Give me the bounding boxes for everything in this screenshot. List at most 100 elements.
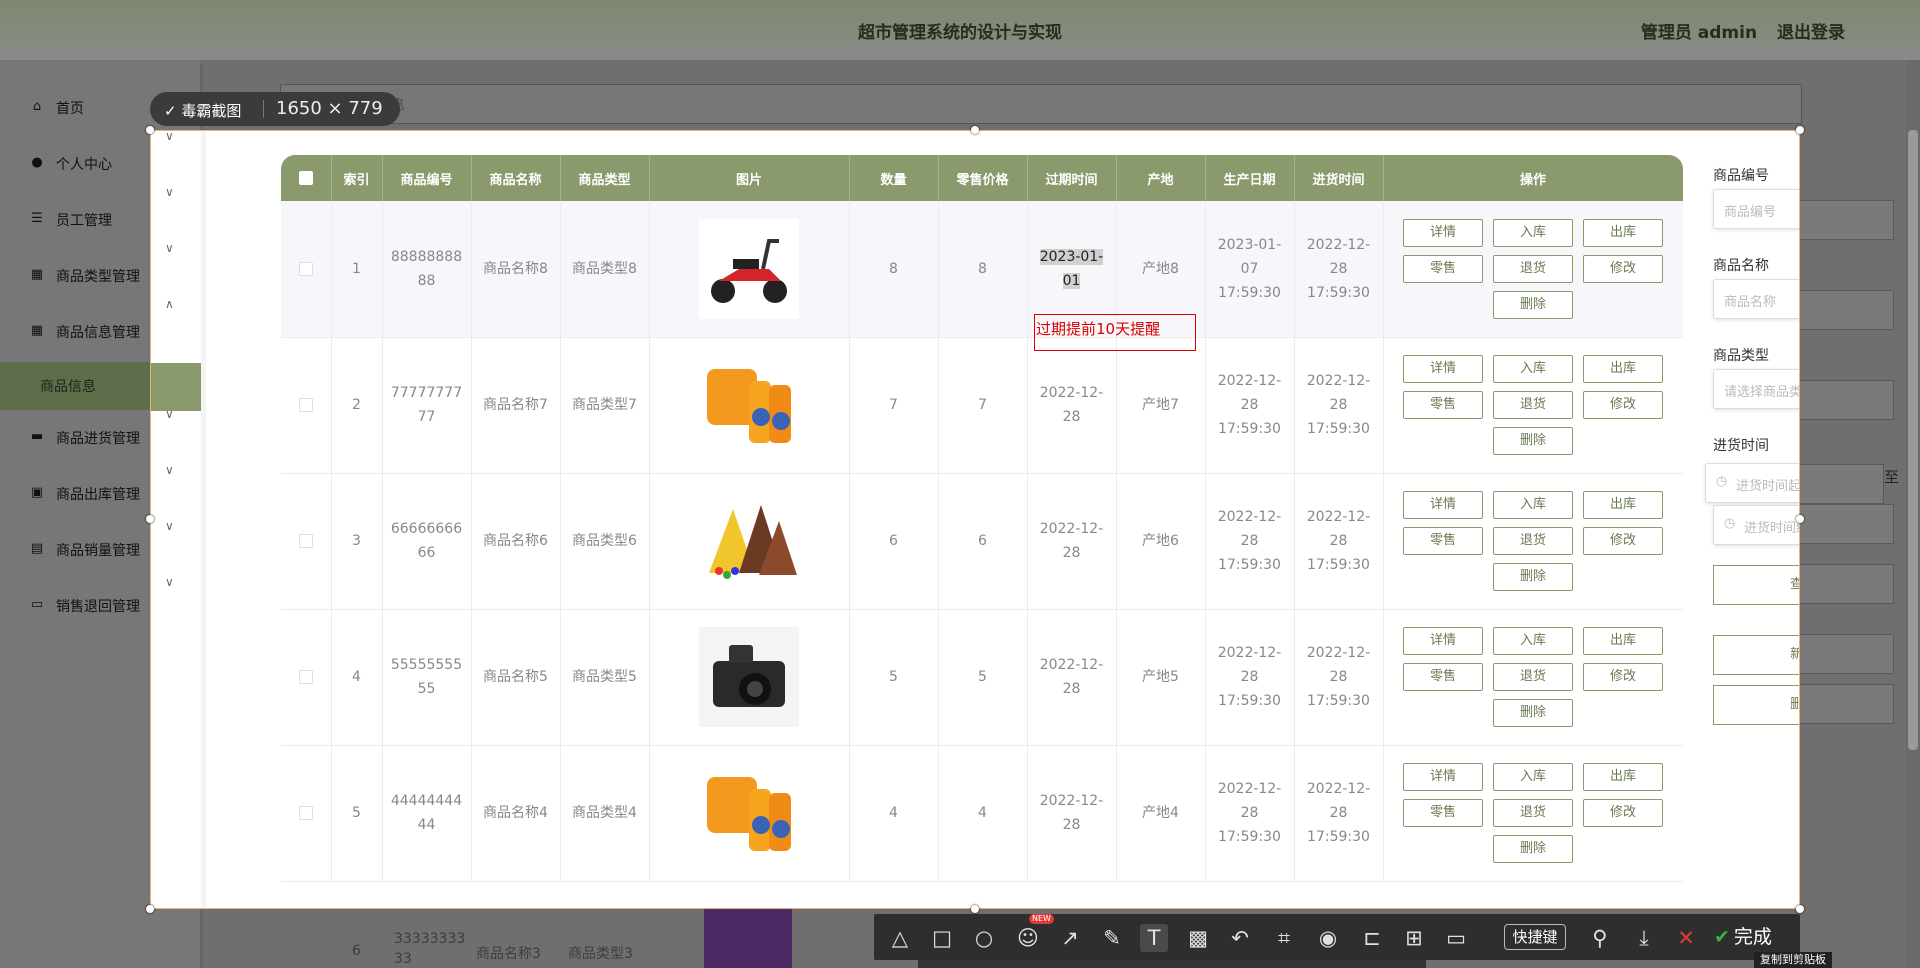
action-button[interactable]: 修改 <box>1583 799 1663 827</box>
marker-tool-icon[interactable]: ✎ <box>1098 924 1126 952</box>
table-row[interactable]: 1 88888888 88 商品名称8 商品类型8 8 8 2023-01-01 产地8 202… <box>281 201 1683 338</box>
scrollbar-thumb[interactable] <box>1908 130 1918 750</box>
action-button[interactable]: 出库 <box>1583 355 1663 383</box>
action-button[interactable]: 零售 <box>1403 527 1483 555</box>
action-button[interactable]: 删除 <box>1493 699 1573 727</box>
code-label: 商品编号 <box>1713 168 1769 184</box>
query-button[interactable]: 查询 <box>1713 565 1799 605</box>
pin-icon[interactable]: ⚲ <box>1586 924 1614 952</box>
table-row[interactable]: 5 44444444 44 商品名称4 商品类型4 4 4 2022-12-28 产地4 202… <box>281 745 1683 882</box>
row-checkbox[interactable] <box>298 534 313 548</box>
column-header: 商品名称 <box>471 155 561 201</box>
action-button[interactable]: 修改 <box>1583 254 1663 283</box>
row-checkbox[interactable] <box>298 398 313 412</box>
record-tool-icon[interactable]: ◉ <box>1314 924 1342 952</box>
code-input[interactable]: 商品编号 <box>1713 189 1799 229</box>
chevron-icon[interactable]: ∨ <box>165 519 174 533</box>
done-button[interactable]: ✔ 完成 <box>1714 922 1772 949</box>
action-button[interactable]: 删除 <box>1493 563 1573 591</box>
action-button[interactable]: 零售 <box>1403 391 1483 419</box>
close-icon[interactable]: ✕ <box>1672 924 1700 952</box>
logout-link[interactable]: 退出登录 <box>1777 23 1845 43</box>
download-icon[interactable]: ⤓ <box>1630 924 1658 952</box>
rectangle-tool-icon[interactable]: □ <box>928 924 956 952</box>
emoji-tool-icon[interactable]: ☺ <box>1014 924 1042 952</box>
row-actions: 详情 入库 出库零售 退货 修改 删除 <box>1384 218 1683 319</box>
name-input[interactable]: 商品名称 <box>1713 279 1799 319</box>
action-button[interactable]: 退货 <box>1493 391 1573 419</box>
chevron-icon[interactable]: ∨ <box>165 463 174 477</box>
mosaic-tool-icon[interactable]: ▩ <box>1184 924 1212 952</box>
resize-handle[interactable] <box>146 126 154 134</box>
action-button[interactable]: 删除 <box>1493 427 1573 455</box>
chevron-icon[interactable]: ∨ <box>165 241 174 255</box>
color-palette[interactable] <box>918 960 1426 968</box>
resize-handle[interactable] <box>971 905 979 913</box>
action-button[interactable]: 退货 <box>1493 663 1573 691</box>
row-checkbox[interactable] <box>298 261 313 276</box>
row-checkbox[interactable] <box>298 670 313 684</box>
select-all-checkbox[interactable] <box>298 171 313 185</box>
text-tool-icon[interactable]: T <box>1140 924 1168 952</box>
chevron-icon[interactable]: ∨ <box>165 185 174 199</box>
action-button[interactable]: 入库 <box>1493 218 1573 247</box>
resize-handle[interactable] <box>1796 515 1804 523</box>
resize-handle[interactable] <box>971 126 979 134</box>
image-cell <box>649 745 850 882</box>
peek-index: 6 <box>352 943 361 959</box>
action-button[interactable]: 修改 <box>1583 663 1663 691</box>
action-button[interactable]: 退货 <box>1493 799 1573 827</box>
action-button[interactable]: 入库 <box>1493 355 1573 383</box>
type-select[interactable]: 请选择商品类型⌄ <box>1713 369 1799 409</box>
chevron-icon[interactable]: ∨ <box>165 131 174 143</box>
action-button[interactable]: 出库 <box>1583 491 1663 519</box>
action-button[interactable]: 退货 <box>1493 254 1573 283</box>
action-button[interactable]: 出库 <box>1583 218 1663 247</box>
undo-icon[interactable]: ↶ <box>1226 924 1254 952</box>
action-button[interactable]: 详情 <box>1403 491 1483 519</box>
resize-handle[interactable] <box>146 515 154 523</box>
expire-cell: 2022-12-28 <box>1027 609 1117 746</box>
row-checkbox[interactable] <box>298 806 313 820</box>
action-button[interactable]: 入库 <box>1493 763 1573 791</box>
arrow-tool-icon[interactable]: ↗ <box>1056 924 1084 952</box>
action-button[interactable]: 出库 <box>1583 763 1663 791</box>
action-button[interactable]: 删除 <box>1493 835 1573 863</box>
page-scrollbar[interactable] <box>1906 60 1920 968</box>
shortcut-button[interactable]: 快捷键 <box>1504 924 1566 950</box>
action-button[interactable]: 入库 <box>1493 491 1573 519</box>
table-row[interactable]: 2 77777777 77 商品名称7 商品类型7 7 7 2022-12-28 产地7 202… <box>281 337 1683 474</box>
chart-icon: ▣ <box>30 485 44 500</box>
action-button[interactable]: 零售 <box>1403 254 1483 283</box>
action-button[interactable]: 退货 <box>1493 527 1573 555</box>
action-button[interactable]: 入库 <box>1493 627 1573 655</box>
resize-handle[interactable] <box>1796 905 1804 913</box>
action-button[interactable]: 详情 <box>1403 763 1483 791</box>
ellipse-tool-icon[interactable]: ○ <box>970 924 998 952</box>
table-row[interactable]: 3 66666666 66 商品名称6 商品类型6 6 6 2022-12-28 产地6 202… <box>281 473 1683 610</box>
add-image-icon[interactable]: ⊞ <box>1400 924 1428 952</box>
action-button[interactable]: 详情 <box>1403 627 1483 655</box>
comment-icon[interactable]: ▭ <box>1442 924 1470 952</box>
delete-button[interactable]: 删除 <box>1713 685 1799 725</box>
action-button[interactable]: 删除 <box>1493 290 1573 319</box>
action-button[interactable]: 零售 <box>1403 663 1483 691</box>
action-button[interactable]: 修改 <box>1583 527 1663 555</box>
time-start-input[interactable]: ◷ 进货时间起始 <box>1705 463 1799 503</box>
action-button[interactable]: 修改 <box>1583 391 1663 419</box>
chevron-icon[interactable]: ∧ <box>165 297 174 311</box>
resize-handle[interactable] <box>1796 126 1804 134</box>
long-screenshot-icon[interactable]: ⊏ <box>1358 924 1386 952</box>
add-button[interactable]: 新增 <box>1713 635 1799 675</box>
action-button[interactable]: 详情 <box>1403 355 1483 383</box>
action-button[interactable]: 详情 <box>1403 218 1483 247</box>
action-button[interactable]: 出库 <box>1583 627 1663 655</box>
time-end-input[interactable]: ◷ 进货时间结束 <box>1713 505 1799 545</box>
shape-tool-icon[interactable]: △ <box>886 924 914 952</box>
chevron-icon[interactable]: ∨ <box>165 575 174 589</box>
resize-handle[interactable] <box>146 905 154 913</box>
action-button[interactable]: 零售 <box>1403 799 1483 827</box>
ocr-tool-icon[interactable]: ⌗ <box>1270 924 1298 952</box>
table-row[interactable]: 4 55555555 55 商品名称5 商品类型5 5 5 2022-12-28 产地5 202… <box>281 609 1683 746</box>
screenshot-selection[interactable]: ∨ ∨ ∨ ∧ ∨ ∨ ∨ ∨ 索引 商品编号 商品名称 商品类型 图片 数量 零售价格 过期时间 产地 生产日… <box>150 130 1800 909</box>
